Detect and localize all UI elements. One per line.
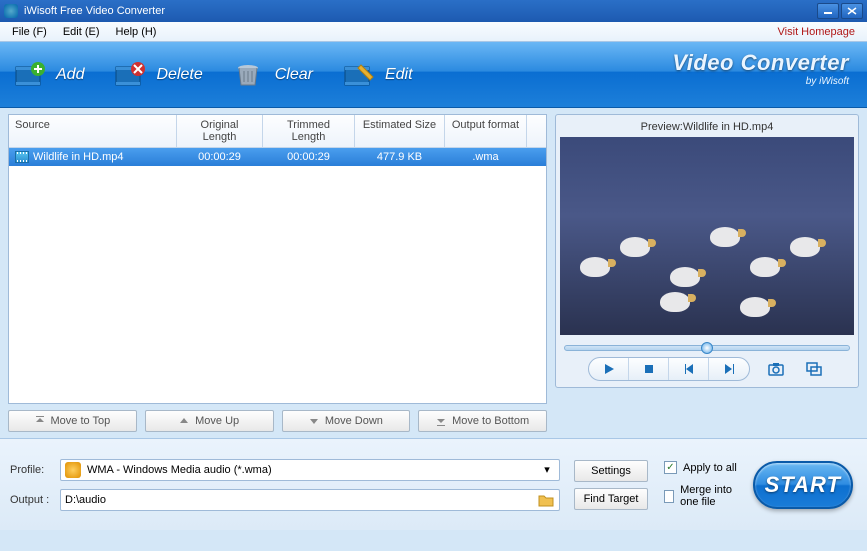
film-icon	[15, 151, 29, 163]
start-button[interactable]: START	[753, 461, 853, 509]
brand: Video Converter by iWisoft	[672, 50, 849, 87]
checkbox-icon	[664, 461, 677, 474]
menubar: File (F) Edit (E) Help (H) Visit Homepag…	[0, 22, 867, 42]
cell-name: Wildlife in HD.mp4	[33, 151, 123, 163]
brand-sub: by iWisoft	[672, 76, 849, 87]
output-input[interactable]: D:\audio	[60, 489, 560, 511]
profile-combo[interactable]: WMA - Windows Media audio (*.wma) ▾	[60, 459, 560, 481]
close-button[interactable]	[841, 3, 863, 19]
app-logo-icon	[4, 4, 18, 18]
move-bottom-button[interactable]: Move to Bottom	[418, 410, 547, 432]
clear-label: Clear	[275, 66, 313, 84]
table-row[interactable]: Wildlife in HD.mp4 00:00:29 00:00:29 477…	[9, 148, 546, 166]
snapshot-button[interactable]	[764, 358, 788, 380]
next-button[interactable]	[709, 358, 749, 380]
profile-format-icon	[65, 462, 81, 478]
cell-trim: 00:00:29	[263, 150, 355, 164]
move-top-button[interactable]: Move to Top	[8, 410, 137, 432]
cell-orig: 00:00:29	[177, 150, 263, 164]
col-output-fmt[interactable]: Output format	[445, 115, 527, 147]
browse-button[interactable]	[537, 492, 555, 508]
preview-title: Preview:Wildlife in HD.mp4	[560, 119, 854, 137]
clear-button[interactable]: Clear	[233, 61, 313, 89]
edit-button[interactable]: Edit	[343, 61, 413, 89]
output-label: Output :	[10, 494, 60, 506]
edit-label: Edit	[385, 66, 413, 84]
col-source[interactable]: Source	[9, 115, 177, 147]
cell-fmt: .wma	[445, 150, 527, 164]
minimize-button[interactable]	[817, 3, 839, 19]
add-label: Add	[56, 66, 84, 84]
clear-icon	[233, 61, 267, 89]
window-title: iWisoft Free Video Converter	[24, 5, 165, 17]
menu-file[interactable]: File (F)	[4, 24, 55, 40]
find-target-button[interactable]: Find Target	[574, 488, 648, 510]
play-button[interactable]	[589, 358, 629, 380]
file-table: Source Original Length Trimmed Length Es…	[8, 114, 547, 404]
menu-edit[interactable]: Edit (E)	[55, 24, 108, 40]
bottom-bar: Profile: WMA - Windows Media audio (*.wm…	[0, 438, 867, 530]
col-trim-length[interactable]: Trimmed Length	[263, 115, 355, 147]
col-orig-length[interactable]: Original Length	[177, 115, 263, 147]
delete-label: Delete	[156, 66, 202, 84]
titlebar: iWisoft Free Video Converter	[0, 0, 867, 22]
profile-label: Profile:	[10, 464, 60, 476]
delete-button[interactable]: Delete	[114, 61, 202, 89]
edit-icon	[343, 61, 377, 89]
add-icon	[14, 61, 48, 89]
profile-value: WMA - Windows Media audio (*.wma)	[87, 464, 539, 476]
add-button[interactable]: Add	[14, 61, 84, 89]
chevron-down-icon[interactable]: ▾	[539, 463, 555, 476]
apply-all-checkbox[interactable]: Apply to all	[664, 461, 747, 474]
move-down-button[interactable]: Move Down	[282, 410, 411, 432]
stop-button[interactable]	[629, 358, 669, 380]
brand-title: Video Converter	[672, 50, 849, 76]
prev-button[interactable]	[669, 358, 709, 380]
move-up-button[interactable]: Move Up	[145, 410, 274, 432]
fullscreen-button[interactable]	[802, 358, 826, 380]
preview-panel: Preview:Wildlife in HD.mp4	[555, 114, 859, 388]
merge-checkbox[interactable]: Merge into one file	[664, 484, 747, 508]
video-preview[interactable]	[560, 137, 854, 335]
main-toolbar: Add Delete Clear Edit Video Converter by…	[0, 42, 867, 108]
checkbox-icon	[664, 490, 674, 503]
col-est-size[interactable]: Estimated Size	[355, 115, 445, 147]
seek-thumb[interactable]	[701, 342, 713, 354]
cell-size: 477.9 KB	[355, 150, 445, 164]
delete-icon	[114, 61, 148, 89]
seek-slider[interactable]	[564, 345, 850, 351]
settings-button[interactable]: Settings	[574, 460, 648, 482]
output-value: D:\audio	[65, 494, 537, 506]
menu-help[interactable]: Help (H)	[108, 24, 165, 40]
visit-homepage-link[interactable]: Visit Homepage	[770, 26, 863, 38]
